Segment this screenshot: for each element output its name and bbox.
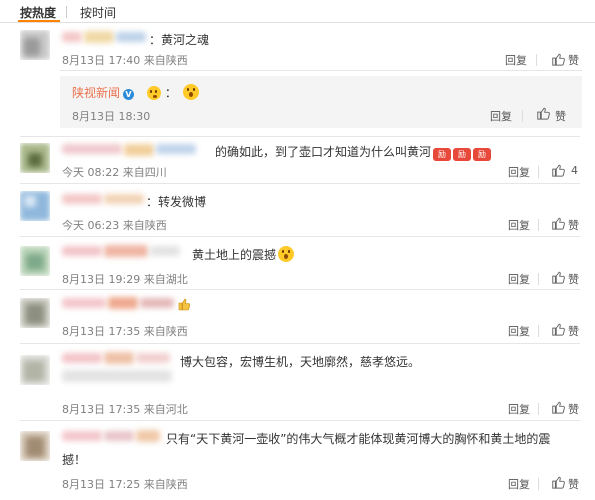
reply-button[interactable]: 回复: [490, 108, 512, 124]
avatar[interactable]: [20, 191, 50, 221]
shocked-emoji-icon: [278, 246, 295, 262]
divider: [60, 70, 582, 71]
avatar[interactable]: [20, 30, 50, 60]
like-button[interactable]: 赞: [568, 217, 579, 233]
comment-text: 黄土地上的震撼: [192, 248, 277, 262]
avatar[interactable]: [20, 355, 50, 385]
comment-date: 8月13日 17:35: [62, 403, 141, 416]
like-count: 4: [571, 164, 578, 177]
thumbs-up-icon[interactable]: [551, 475, 565, 489]
reply-button[interactable]: 回复: [508, 401, 530, 417]
reply-button[interactable]: 回复: [508, 271, 530, 287]
verified-badge-icon: V: [123, 89, 135, 100]
reply-date: 8月13日 18:30: [72, 110, 151, 123]
thumbs-up-icon[interactable]: [551, 163, 565, 177]
divider: [538, 273, 539, 285]
thumbs-up-icon[interactable]: [551, 52, 565, 66]
divider: [20, 136, 580, 137]
divider: [20, 236, 580, 237]
divider: [522, 110, 523, 122]
like-button[interactable]: 赞: [568, 323, 579, 339]
divider: [0, 22, 595, 23]
shocked-emoji-icon: [182, 84, 199, 100]
reply-button[interactable]: 回复: [508, 217, 530, 233]
comment-date: 8月13日 17:40: [62, 54, 141, 67]
comment-location: 来自陕西: [122, 219, 167, 232]
avatar[interactable]: [20, 246, 50, 276]
comment-text-continued: 撼！: [62, 453, 87, 467]
tab-divider: [66, 6, 67, 18]
like-button[interactable]: 赞: [568, 476, 579, 492]
divider: [20, 343, 580, 344]
comment-text: ：黄河之魂: [149, 33, 210, 47]
cheer-emoji-icon: 励: [453, 148, 472, 161]
comment-location: 来自陕西: [143, 54, 188, 67]
divider: [538, 478, 539, 490]
comment-text: [178, 297, 190, 311]
thumbs-up-icon[interactable]: [536, 106, 550, 120]
divider: [538, 166, 539, 178]
reply-button[interactable]: 回复: [508, 164, 530, 180]
reply-button[interactable]: 回复: [505, 52, 527, 68]
thumbs-up-icon[interactable]: [551, 216, 565, 230]
thumbs-up-icon[interactable]: [551, 322, 565, 336]
divider: [536, 54, 537, 66]
divider: [20, 420, 580, 421]
divider: [538, 403, 539, 415]
reply-username[interactable]: 陕视新闻: [72, 86, 120, 100]
comment-location: 来自四川: [122, 166, 167, 179]
divider: [20, 289, 580, 290]
comment-date: 8月13日 17:35: [62, 325, 141, 338]
like-count: 赞: [568, 54, 579, 67]
avatar[interactable]: [20, 298, 50, 328]
divider: [20, 183, 580, 184]
comment-location: 来自河北: [143, 403, 188, 416]
comment-text: 博大包容，宏博生机，天地廓然，慈孝悠远。: [180, 355, 421, 369]
like-button[interactable]: 赞: [555, 108, 566, 124]
cheer-emoji-icon: 励: [433, 148, 452, 161]
avatar[interactable]: [20, 143, 50, 173]
comment-text: 只有“天下黄河一壶收”的伟大气概才能体现黄河博大的胸怀和黄土地的震: [166, 432, 551, 446]
comment-date: 今天 08:22: [62, 166, 120, 179]
like-button[interactable]: 赞: [568, 271, 579, 287]
comment-text: ：转发微博: [146, 195, 207, 209]
tab-sort-by-time[interactable]: 按时间: [80, 4, 116, 21]
divider: [538, 219, 539, 231]
comment-location: 来自陕西: [143, 325, 188, 338]
colon-text: ：: [164, 86, 177, 100]
thumbs-up-icon[interactable]: [551, 270, 565, 284]
comment-location: 来自湖北: [143, 273, 188, 286]
reply-button[interactable]: 回复: [508, 476, 530, 492]
avatar[interactable]: [20, 431, 50, 461]
comment-date: 8月13日 19:29: [62, 273, 141, 286]
comment-text: 的确如此，到了壶口才知道为什么叫黄河: [215, 145, 432, 159]
sort-tabs: 按热度 按时间: [0, 0, 595, 22]
comment-date: 今天 06:23: [62, 219, 120, 232]
comment-location: 来自陕西: [143, 478, 188, 491]
cheer-emoji-icon: 励: [473, 148, 492, 161]
like-button[interactable]: 赞: [568, 401, 579, 417]
emoji-icon: [147, 86, 161, 100]
divider: [538, 325, 539, 337]
comment-date: 8月13日 17:25: [62, 478, 141, 491]
thumbs-up-icon[interactable]: [551, 400, 565, 414]
tab-sort-by-hot[interactable]: 按热度: [20, 4, 56, 21]
thumbs-up-emoji-icon: [178, 298, 190, 311]
reply-button[interactable]: 回复: [508, 323, 530, 339]
